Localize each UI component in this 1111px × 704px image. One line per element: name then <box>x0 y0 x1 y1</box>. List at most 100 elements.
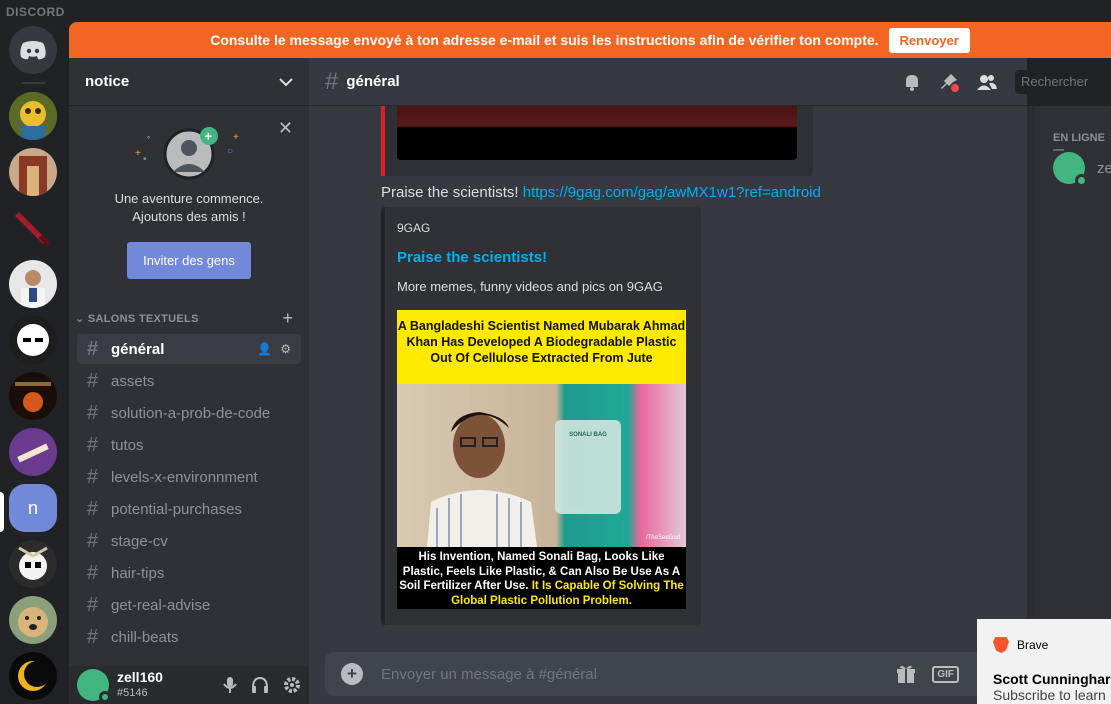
microphone-icon[interactable] <box>223 676 237 694</box>
previous-embed-image[interactable] <box>397 106 797 160</box>
channel-stage-cv[interactable]: # stage-cv <box>77 526 301 556</box>
hashtag-icon: # <box>87 369 99 392</box>
upload-plus-icon[interactable]: + <box>341 663 363 685</box>
avatar[interactable] <box>77 669 111 703</box>
header-toolbar: Rechercher <box>903 70 1107 94</box>
channel-name: levels-x-environnment <box>111 468 258 486</box>
message-link[interactable]: https://9gag.com/gag/awMX1w1?ref=android <box>523 184 821 201</box>
avatar[interactable] <box>1053 152 1088 187</box>
channel-tutos[interactable]: # tutos <box>77 430 301 460</box>
hashtag-icon: # <box>87 433 99 456</box>
embed-image[interactable]: A Bangladeshi Scientist Named Mubarak Ah… <box>397 310 686 609</box>
server-7-avatar-icon <box>9 428 57 476</box>
add-channel-icon[interactable]: + <box>282 308 293 329</box>
hashtag-icon: # <box>87 593 99 616</box>
gear-icon[interactable]: ⚙ <box>280 342 291 356</box>
resend-button[interactable]: Renvoyer <box>888 27 970 53</box>
member-list-scrollbar[interactable] <box>1027 106 1035 616</box>
sonali-bag-image: SONALI BAG <box>555 420 621 514</box>
members-icon[interactable] <box>977 73 997 91</box>
bag-label: SONALI BAG <box>569 432 607 438</box>
member-list: EN LIGNE— ze <box>1027 106 1111 704</box>
banner-message: Consulte le message envoyé à ton adresse… <box>210 32 879 48</box>
channel-chill-beats[interactable]: # chill-beats <box>77 622 301 652</box>
server-icon-11[interactable] <box>9 652 57 700</box>
invite-line-2: Ajoutons des amis ! <box>132 209 246 224</box>
server-name: notice <box>85 73 130 90</box>
image-photo: SONALI BAG /TheSeeGod <box>397 384 686 547</box>
toast-body: Subscribe to learn <box>993 687 1106 703</box>
server-icon-2[interactable] <box>9 148 57 196</box>
online-status-indicator <box>1075 174 1088 187</box>
channel-sidebar: notice ✕ + • + ○ ° + Une aventure commen… <box>69 58 309 704</box>
server-icon-6[interactable] <box>9 372 57 420</box>
home-button[interactable] <box>9 26 57 74</box>
ghost-icon <box>9 316 57 364</box>
brave-logo-icon <box>993 637 1009 653</box>
link-embed: 9GAG Praise the scientists! More memes, … <box>381 207 701 625</box>
invite-text: Une aventure commence. Ajoutons des amis… <box>69 190 309 226</box>
server-8-letter: n <box>27 497 38 518</box>
close-icon[interactable]: ✕ <box>278 118 293 139</box>
channel-name: assets <box>111 372 155 390</box>
server-icon-10[interactable] <box>9 596 57 644</box>
channel-levels-x-environnment[interactable]: # levels-x-environnment <box>77 462 301 492</box>
server-icon-3[interactable] <box>9 204 57 252</box>
gear-icon[interactable] <box>283 676 301 694</box>
category-header[interactable]: ⌄ SALONS TEXTUELS + <box>69 304 309 332</box>
channel-name: hair-tips <box>111 564 165 582</box>
notification-toast[interactable]: Brave Scott Cunninghar Subscribe to lear… <box>977 619 1111 704</box>
embed-title[interactable]: Praise the scientists! <box>397 249 689 266</box>
gift-icon[interactable] <box>896 664 916 684</box>
previous-embed <box>381 106 813 176</box>
svg-text:+: + <box>205 129 213 144</box>
channel-name: général <box>111 340 165 358</box>
user-info: zell160 #5146 <box>117 669 163 701</box>
invite-people-button[interactable]: Inviter des gens <box>127 242 251 279</box>
server-1-avatar-icon <box>9 92 57 140</box>
channel-title: général <box>346 73 400 90</box>
channel-hair-tips[interactable]: # hair-tips <box>77 558 301 588</box>
add-friend-illustration-icon: + • + ○ ° + <box>135 127 239 180</box>
server-icon-4[interactable] <box>9 260 57 308</box>
server-icon-5[interactable] <box>9 316 57 364</box>
channel-name: potential-purchases <box>111 500 242 518</box>
message-input[interactable] <box>381 665 821 683</box>
channel-solution-a-prob-de-code[interactable]: # solution-a-prob-de-code <box>77 398 301 428</box>
message-composer: + GIF <box>325 652 1011 696</box>
chevron-down-icon <box>279 77 293 86</box>
server-icon-9[interactable] <box>9 540 57 588</box>
invite-member-icon[interactable]: 👤 <box>257 342 272 356</box>
channel-general[interactable]: # général 👤 ⚙ <box>77 334 301 364</box>
category-label: ⌄ SALONS TEXTUELS <box>75 312 199 325</box>
server-icon-7[interactable] <box>9 428 57 476</box>
image-headline: A Bangladeshi Scientist Named Mubarak Ah… <box>397 310 686 384</box>
server-icon-1[interactable] <box>9 92 57 140</box>
discord-app: DISCORD n Consulte le message envoyé à t… <box>0 0 1111 704</box>
server-9-avatar-icon <box>9 540 57 588</box>
svg-text:°: ° <box>147 135 150 144</box>
channel-potential-purchases[interactable]: # potential-purchases <box>77 494 301 524</box>
hashtag-icon: # <box>87 497 99 520</box>
pin-icon[interactable] <box>939 72 959 92</box>
headphones-icon[interactable] <box>251 676 269 694</box>
embed-provider[interactable]: 9GAG <box>397 221 689 235</box>
bell-icon[interactable] <box>903 73 921 91</box>
toast-app-name: Brave <box>1017 638 1049 652</box>
dog-avatar-icon <box>9 596 57 644</box>
search-input[interactable]: Rechercher <box>1015 70 1107 94</box>
channel-name: chill-beats <box>111 628 179 646</box>
channel-get-real-advise[interactable]: # get-real-advise <box>77 590 301 620</box>
member-name[interactable]: ze <box>1097 160 1111 177</box>
crescent-moon-icon <box>9 652 57 700</box>
server-header[interactable]: notice <box>69 58 309 106</box>
online-status-indicator <box>99 691 111 703</box>
channel-assets[interactable]: # assets <box>77 366 301 396</box>
toast-title: Scott Cunninghar <box>993 671 1111 687</box>
server-icon-8[interactable]: n <box>9 484 57 532</box>
toast-app-row: Brave <box>993 637 1095 653</box>
svg-text:•: • <box>143 154 147 165</box>
image-watermark: /TheSeeGod <box>645 535 680 541</box>
gif-button[interactable]: GIF <box>932 665 959 683</box>
discord-wordmark: DISCORD <box>6 5 65 19</box>
